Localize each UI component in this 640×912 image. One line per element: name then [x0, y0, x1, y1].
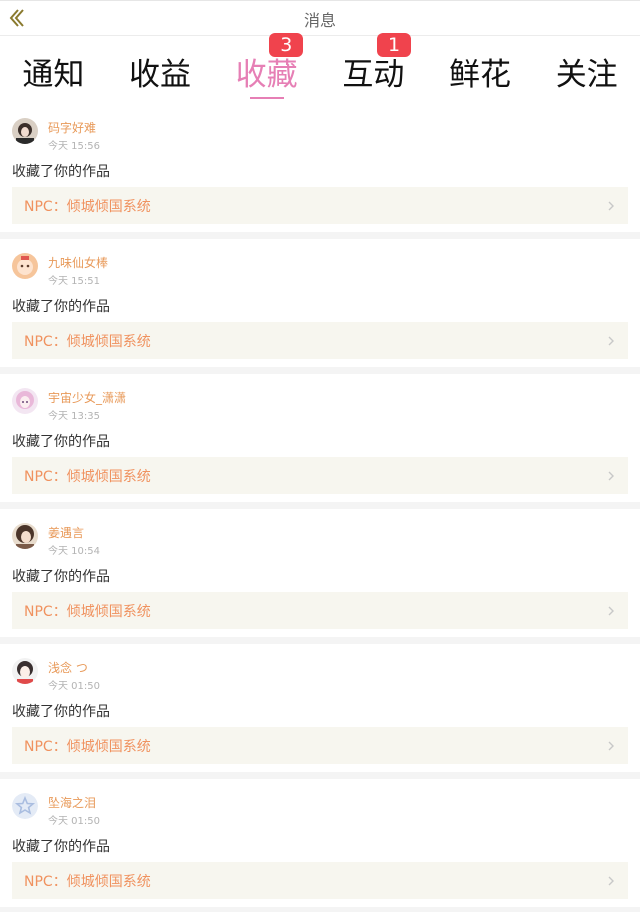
timestamp: 今天 13:35	[48, 411, 100, 422]
badge-interactions: 1	[377, 33, 412, 57]
message-list: 码字好难 今天 15:56 收藏了你的作品 NPC：倾城倾国系统 九味仙女棒 今…	[0, 104, 640, 912]
chevron-right-icon	[608, 876, 614, 886]
work-title: NPC：倾城倾国系统	[24, 738, 151, 755]
work-title: NPC：倾城倾国系统	[24, 468, 151, 485]
timestamp: 今天 01:50	[48, 681, 100, 692]
avatar[interactable]	[12, 523, 38, 549]
active-tab-indicator	[249, 97, 284, 99]
tab-bar: 通知 收益 收藏 3 互动 1 鲜花 关注	[0, 33, 640, 104]
work-title: NPC：倾城倾国系统	[24, 198, 151, 215]
tab-label: 收藏	[235, 57, 298, 93]
work-link[interactable]: NPC：倾城倾国系统	[12, 322, 628, 359]
work-link[interactable]: NPC：倾城倾国系统	[12, 727, 628, 764]
chevron-right-icon	[608, 606, 614, 616]
avatar-white-character-icon	[12, 658, 38, 684]
username[interactable]: 姜遇言	[48, 524, 84, 541]
avatar-orange-character-icon	[12, 253, 38, 279]
action-text: 收藏了你的作品	[12, 164, 110, 180]
timestamp: 今天 10:54	[48, 546, 100, 557]
work-link[interactable]: NPC：倾城倾国系统	[12, 862, 628, 899]
timestamp: 今天 15:56	[48, 141, 100, 152]
tab-label: 互动	[342, 57, 405, 93]
avatar[interactable]	[12, 388, 38, 414]
message-card: 九味仙女棒 今天 15:51 收藏了你的作品 NPC：倾城倾国系统	[0, 239, 640, 374]
page-title: 消息	[303, 11, 336, 30]
message-card: 码字好难 今天 15:56 收藏了你的作品 NPC：倾城倾国系统	[0, 104, 640, 239]
username[interactable]: 九味仙女棒	[48, 254, 108, 271]
tab-flowers[interactable]: 鲜花	[427, 36, 534, 104]
tab-interactions[interactable]: 互动 1	[320, 33, 427, 104]
action-text: 收藏了你的作品	[12, 434, 110, 450]
username[interactable]: 码字好难	[48, 119, 96, 136]
message-card: 浅念 つ 今天 01:50 收藏了你的作品 NPC：倾城倾国系统	[0, 644, 640, 779]
username[interactable]: 坠海之泪	[48, 794, 96, 811]
badge-favorites: 3	[269, 33, 304, 57]
chevron-right-icon	[608, 201, 614, 211]
timestamp: 今天 15:51	[48, 276, 100, 287]
work-link[interactable]: NPC：倾城倾国系统	[12, 592, 628, 629]
avatar[interactable]	[12, 253, 38, 279]
avatar-default-star-icon	[12, 793, 38, 819]
chevron-right-icon	[608, 471, 614, 481]
action-text: 收藏了你的作品	[12, 299, 110, 315]
header-bar: 消息	[0, 0, 640, 36]
tab-favorites[interactable]: 收藏 3	[213, 33, 320, 104]
chevron-right-icon	[608, 336, 614, 346]
avatar-girl-portrait-icon	[12, 523, 38, 549]
message-card: 坠海之泪 今天 01:50 收藏了你的作品 NPC：倾城倾国系统	[0, 779, 640, 912]
work-title: NPC：倾城倾国系统	[24, 603, 151, 620]
work-link[interactable]: NPC：倾城倾国系统	[12, 187, 628, 224]
chevron-right-icon	[608, 741, 614, 751]
username[interactable]: 浅念 つ	[48, 659, 88, 676]
tab-label: 鲜花	[449, 57, 512, 93]
username[interactable]: 宇宙少女_潇潇	[48, 389, 126, 406]
avatar[interactable]	[12, 658, 38, 684]
tab-label: 收益	[129, 57, 191, 93]
message-card: 姜遇言 今天 10:54 收藏了你的作品 NPC：倾城倾国系统	[0, 509, 640, 644]
avatar-pink-hair-icon	[12, 388, 38, 414]
work-title: NPC：倾城倾国系统	[24, 333, 151, 350]
work-link[interactable]: NPC：倾城倾国系统	[12, 457, 628, 494]
tab-label: 关注	[555, 57, 618, 93]
action-text: 收藏了你的作品	[12, 569, 110, 585]
tab-notifications[interactable]: 通知	[0, 36, 107, 104]
action-text: 收藏了你的作品	[12, 839, 110, 855]
work-title: NPC：倾城倾国系统	[24, 873, 151, 890]
action-text: 收藏了你的作品	[12, 704, 110, 720]
tab-label: 通知	[22, 57, 85, 93]
tab-follows[interactable]: 关注	[533, 36, 640, 104]
timestamp: 今天 01:50	[48, 816, 100, 827]
avatar[interactable]	[12, 793, 38, 819]
message-card: 宇宙少女_潇潇 今天 13:35 收藏了你的作品 NPC：倾城倾国系统	[0, 374, 640, 509]
avatar-dark-hair-icon	[12, 118, 38, 144]
avatar[interactable]	[12, 118, 38, 144]
tab-earnings[interactable]: 收益	[107, 36, 214, 104]
